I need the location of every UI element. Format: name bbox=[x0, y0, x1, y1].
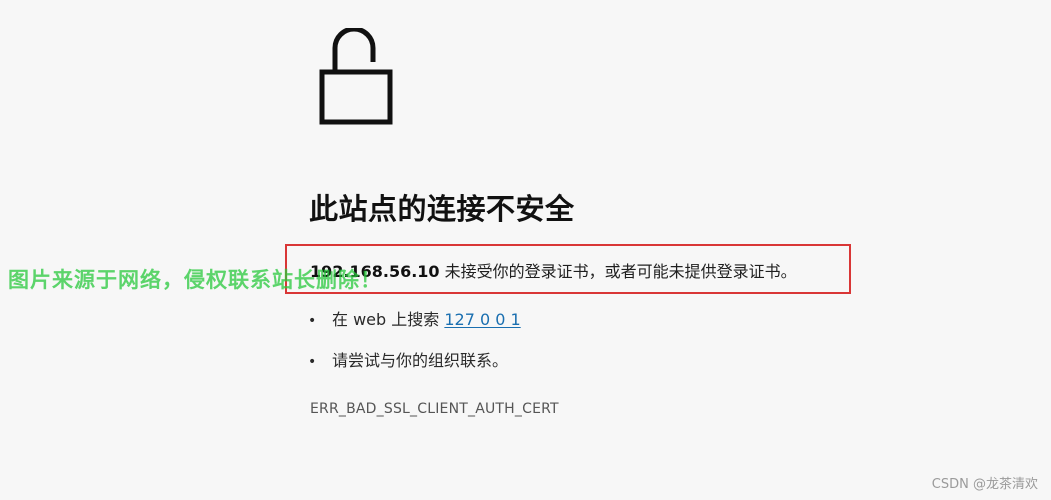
search-link[interactable]: 127 0 0 1 bbox=[444, 310, 520, 329]
error-code: ERR_BAD_SSL_CLIENT_AUTH_CERT bbox=[310, 401, 559, 417]
suggestion-contact-org: • 请尝试与你的组织联系。 bbox=[308, 347, 508, 371]
credit-watermark: CSDN @龙茶清欢 bbox=[931, 477, 1038, 492]
suggestion-search-prefix: 在 web 上搜索 bbox=[332, 310, 440, 329]
page-title: 此站点的连接不安全 bbox=[309, 192, 575, 226]
suggestion-contact-text: 请尝试与你的组织联系。 bbox=[332, 351, 509, 370]
suggestion-search: • 在 web 上搜索 127 0 0 1 bbox=[308, 306, 521, 330]
watermark-text: 图片来源于网络，侵权联系站长删除！ bbox=[8, 268, 382, 292]
unlocked-padlock-icon bbox=[319, 28, 393, 125]
bullet-marker: • bbox=[308, 354, 317, 370]
error-page: 此站点的连接不安全 192.168.56.10 未接受你的登录证书，或者可能未提… bbox=[0, 0, 1051, 500]
bullet-marker: • bbox=[308, 313, 317, 329]
